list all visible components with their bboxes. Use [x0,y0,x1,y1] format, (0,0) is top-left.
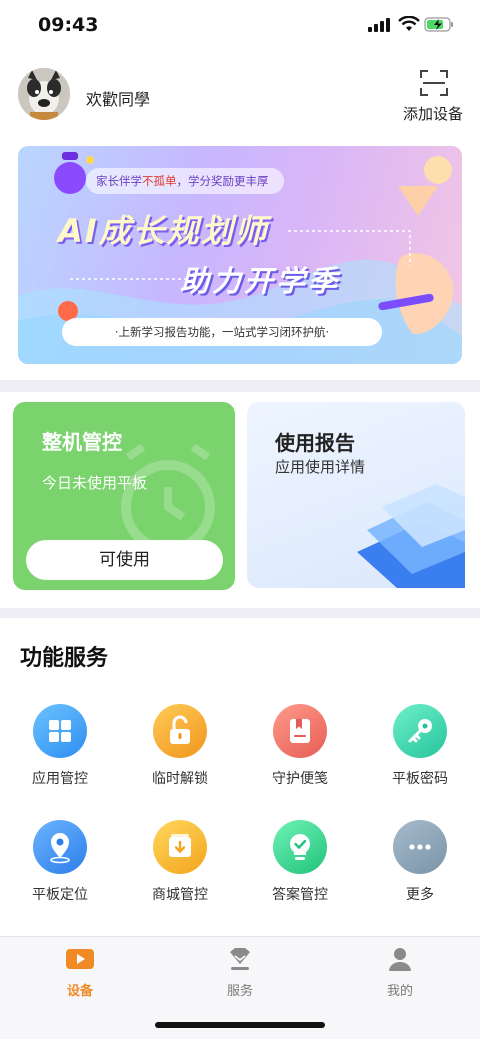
tab-mine[interactable]: 我的 [350,946,450,999]
bookmark-note-icon [273,704,327,758]
wifi-icon [398,16,420,31]
service-label: 守护便笺 [272,771,328,787]
unlock-icon [153,704,207,758]
avatar[interactable] [18,68,70,120]
person-icon [389,948,411,971]
section-divider [0,380,480,392]
banner-subtitle: ·上新学习报告功能，一站式学习闭环护航· [62,318,382,346]
service-store-control[interactable]: 商城管控 [130,820,230,904]
device-control-title: 整机管控 [42,430,122,454]
service-tablet-password[interactable]: 平板密码 [370,704,470,788]
dog-avatar-image [18,68,70,120]
service-label: 商城管控 [152,887,208,903]
home-indicator[interactable] [155,1022,325,1028]
service-label: 临时解锁 [152,771,208,787]
greeting-text: 欢歡同學 [86,90,151,109]
service-tablet-location[interactable]: 平板定位 [10,820,110,904]
section-divider [0,608,480,618]
banner-tagline: 家长伴学不孤单，学分奖励更丰厚 [86,168,284,194]
tab-device[interactable]: 设备 [30,946,130,999]
scan-icon[interactable] [420,70,448,96]
usage-report-subtitle: 应用使用详情 [275,458,366,476]
tab-label: 我的 [386,984,413,999]
status-time: 09:43 [38,14,99,36]
cellular-signal-icon [368,18,390,32]
tab-label: 设备 [66,984,93,999]
diamond-service-icon [230,948,250,970]
service-label: 平板定位 [32,887,88,903]
service-temp-unlock[interactable]: 临时解锁 [130,704,230,788]
service-label: 答案管控 [272,887,328,903]
service-app-control[interactable]: 应用管控 [10,704,110,788]
app-grid-icon [33,704,87,758]
key-icon [393,704,447,758]
allow-use-button[interactable]: 可使用 [26,540,223,580]
service-label: 平板密码 [392,771,448,787]
play-screen-icon [66,949,94,969]
service-label: 更多 [406,887,434,903]
usage-report-title: 使用报告 [275,431,355,455]
service-guardian-note[interactable]: 守护便笺 [250,704,350,788]
tab-services[interactable]: 服务 [190,946,290,999]
battery-charging-icon [424,17,453,32]
services-title: 功能服务 [20,646,109,671]
banner-title-line1: AI成长规划师 [58,212,269,250]
banner-title-line2: 助力开学季 [180,264,341,298]
add-device-button[interactable]: 添加设备 [403,103,463,124]
location-pin-icon [33,820,87,874]
service-answer-control[interactable]: 答案管控 [250,820,350,904]
tab-label: 服务 [226,984,253,999]
service-label: 应用管控 [32,771,88,787]
device-usage-status: 今日未使用平板 [42,474,148,492]
lightbulb-check-icon [273,820,327,874]
more-dots-icon [393,820,447,874]
download-box-icon [153,820,207,874]
service-more[interactable]: 更多 [370,820,470,904]
